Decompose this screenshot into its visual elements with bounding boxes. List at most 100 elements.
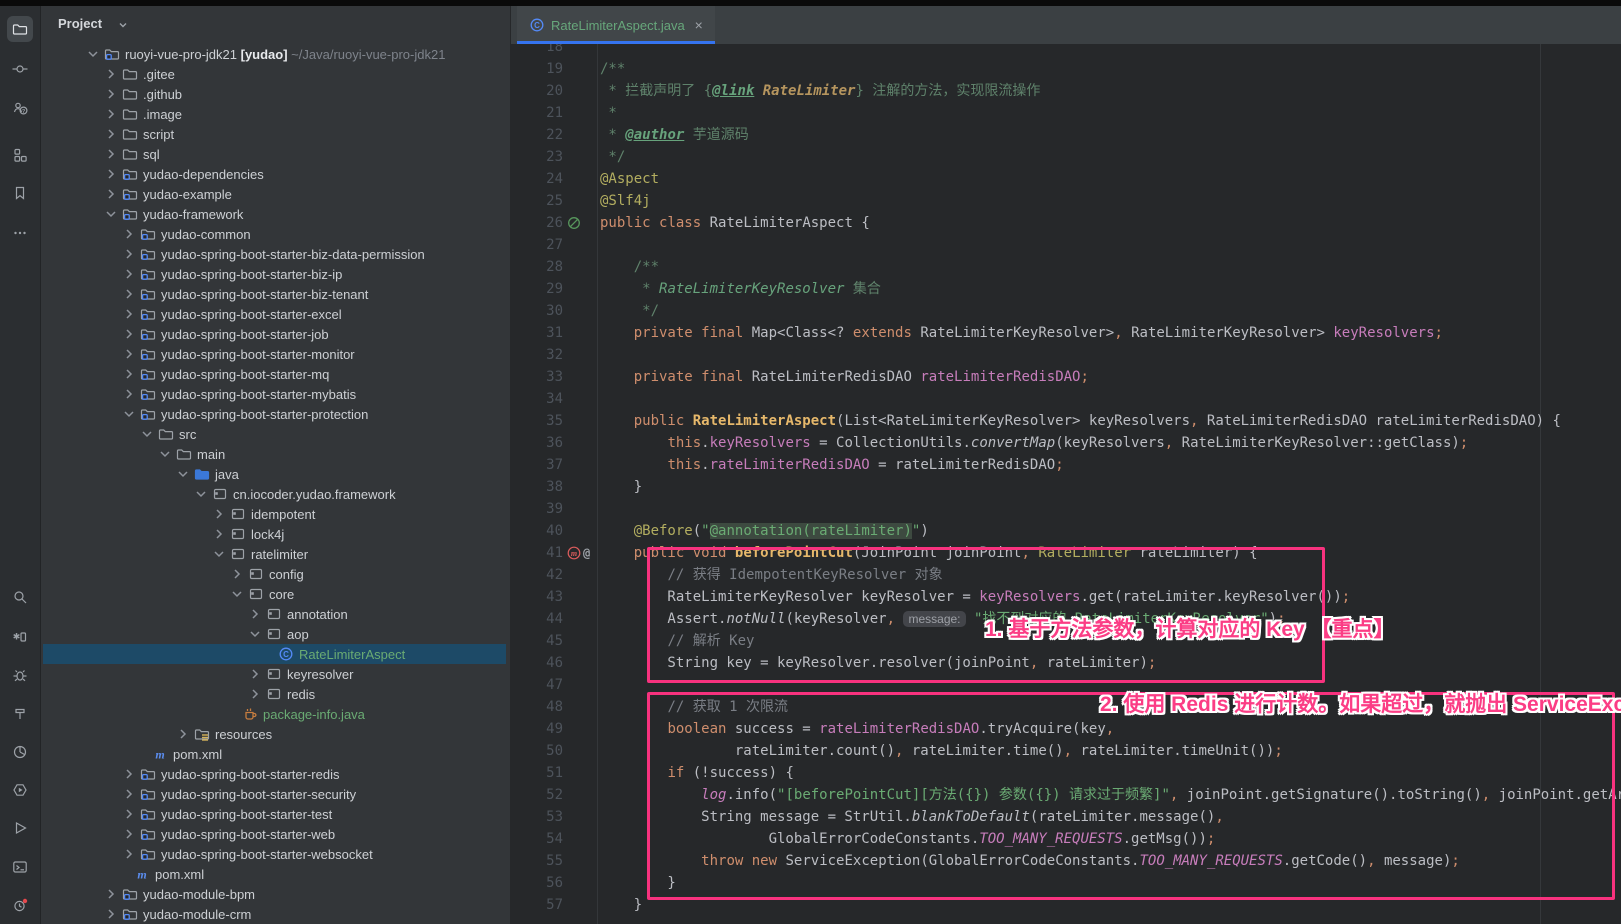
chevron-right-icon[interactable] xyxy=(103,66,119,82)
hammer-icon[interactable] xyxy=(7,700,33,726)
tree-item-yudao-framework[interactable]: yudao-framework xyxy=(41,204,510,224)
chevron-right-icon[interactable] xyxy=(247,666,263,682)
tree-item-yudao-spring-boot-starter-security[interactable]: yudao-spring-boot-starter-security xyxy=(41,784,510,804)
clock-badge-icon[interactable] xyxy=(7,892,33,918)
tree-item-yudao-spring-boot-starter-websocket[interactable]: yudao-spring-boot-starter-websocket xyxy=(41,844,510,864)
code-line-22[interactable]: 22 * @author 芋道源码 xyxy=(511,124,1621,146)
chevron-right-icon[interactable] xyxy=(121,226,137,242)
tree-item-pom-xml[interactable]: mpom.xml xyxy=(41,744,510,764)
chevron-right-icon[interactable] xyxy=(121,366,137,382)
code-line-21[interactable]: 21 * xyxy=(511,102,1621,124)
chevron-right-icon[interactable] xyxy=(121,306,137,322)
code-line-47[interactable]: 47 xyxy=(511,674,1621,696)
code-line-18[interactable]: 18 xyxy=(511,44,1621,58)
chevron-down-icon[interactable] xyxy=(175,466,191,482)
code-line-49[interactable]: 49 boolean success = rateLimiterRedisDAO… xyxy=(511,718,1621,740)
aspect-gutter-icon[interactable] xyxy=(566,212,598,234)
chevron-down-icon[interactable] xyxy=(193,486,209,502)
tree-item-src[interactable]: src xyxy=(41,424,510,444)
tree-item-yudao-common[interactable]: yudao-common xyxy=(41,224,510,244)
tree-item-yudao-example[interactable]: yudao-example xyxy=(41,184,510,204)
code-line-54[interactable]: 54 GlobalErrorCodeConstants.TOO_MANY_REQ… xyxy=(511,828,1621,850)
tree-item-yudao-spring-boot-starter-mybatis[interactable]: yudao-spring-boot-starter-mybatis xyxy=(41,384,510,404)
chevron-right-icon[interactable] xyxy=(121,386,137,402)
code-line-26[interactable]: 26public class RateLimiterAspect { xyxy=(511,212,1621,234)
chevron-right-icon[interactable] xyxy=(103,906,119,922)
asterisk-box-icon[interactable]: ✱ xyxy=(7,624,33,650)
chevron-right-icon[interactable] xyxy=(121,806,137,822)
chevron-right-icon[interactable] xyxy=(121,346,137,362)
code-line-23[interactable]: 23 */ xyxy=(511,146,1621,168)
chevron-down-icon[interactable] xyxy=(247,626,263,642)
chevron-right-icon[interactable] xyxy=(121,246,137,262)
chevron-right-icon[interactable] xyxy=(103,166,119,182)
tree-item-yudao-module-crm[interactable]: yudao-module-crm xyxy=(41,904,510,924)
tree-item-lock4j[interactable]: lock4j xyxy=(41,524,510,544)
code-line-41[interactable]: 41m@ public void beforePointCut(JoinPoin… xyxy=(511,542,1621,564)
chevron-right-icon[interactable] xyxy=(103,126,119,142)
tree-item-sql[interactable]: sql xyxy=(41,144,510,164)
tree-item-ratelimiter[interactable]: ratelimiter xyxy=(41,544,510,564)
tree-item-yudao-spring-boot-starter-biz-ip[interactable]: yudao-spring-boot-starter-biz-ip xyxy=(41,264,510,284)
code-line-33[interactable]: 33 private final RateLimiterRedisDAO rat… xyxy=(511,366,1621,388)
chevron-right-icon[interactable] xyxy=(121,786,137,802)
chevron-right-icon[interactable] xyxy=(121,846,137,862)
chevron-right-icon[interactable] xyxy=(211,526,227,542)
hexagon-play-icon[interactable] xyxy=(7,777,33,803)
tree-item-yudao-spring-boot-starter-protection[interactable]: yudao-spring-boot-starter-protection xyxy=(41,404,510,424)
tree-item-yudao-spring-boot-starter-job[interactable]: yudao-spring-boot-starter-job xyxy=(41,324,510,344)
chevron-right-icon[interactable] xyxy=(229,566,245,582)
tree-item-config[interactable]: config xyxy=(41,564,510,584)
chevron-right-icon[interactable] xyxy=(121,266,137,282)
code-line-43[interactable]: 43 RateLimiterKeyResolver keyResolver = … xyxy=(511,586,1621,608)
code-line-38[interactable]: 38 } xyxy=(511,476,1621,498)
tree-item-core[interactable]: core xyxy=(41,584,510,604)
tree-item--image[interactable]: .image xyxy=(41,104,510,124)
code-line-40[interactable]: 40 @Before("@annotation(rateLimiter)") xyxy=(511,520,1621,542)
terminal-icon[interactable] xyxy=(7,854,33,880)
chevron-right-icon[interactable] xyxy=(247,686,263,702)
tree-item-yudao-spring-boot-starter-web[interactable]: yudao-spring-boot-starter-web xyxy=(41,824,510,844)
chevron-right-icon[interactable] xyxy=(103,886,119,902)
tree-item-cn-iocoder-yudao-framework[interactable]: cn.iocoder.yudao.framework xyxy=(41,484,510,504)
chevron-right-icon[interactable] xyxy=(121,286,137,302)
tree-item-ruoyi-vue-pro-jdk21-[interactable]: ruoyi-vue-pro-jdk21 [yudao] ~/Java/ruoyi… xyxy=(41,44,510,64)
code-line-50[interactable]: 50 rateLimiter.count(), rateLimiter.time… xyxy=(511,740,1621,762)
code-line-55[interactable]: 55 throw new ServiceException(GlobalErro… xyxy=(511,850,1621,872)
tab-ratelimiteraspect[interactable]: C RateLimiterAspect.java × xyxy=(517,6,715,44)
code-line-51[interactable]: 51 if (!success) { xyxy=(511,762,1621,784)
code-line-28[interactable]: 28 /** xyxy=(511,256,1621,278)
code-line-25[interactable]: 25@Slf4j xyxy=(511,190,1621,212)
tree-item--github[interactable]: .github xyxy=(41,84,510,104)
chevron-down-icon[interactable] xyxy=(157,446,173,462)
tree-item-yudao-dependencies[interactable]: yudao-dependencies xyxy=(41,164,510,184)
project-panel-title[interactable]: Project xyxy=(58,16,102,31)
tree-item-yudao-spring-boot-starter-mq[interactable]: yudao-spring-boot-starter-mq xyxy=(41,364,510,384)
tree-item-yudao-spring-boot-starter-monitor[interactable]: yudao-spring-boot-starter-monitor xyxy=(41,344,510,364)
commit-icon[interactable] xyxy=(7,56,33,82)
chevron-right-icon[interactable] xyxy=(121,826,137,842)
tree-item-keyresolver[interactable]: keyresolver xyxy=(41,664,510,684)
bug-icon[interactable] xyxy=(7,662,33,688)
code-line-36[interactable]: 36 this.keyResolvers = CollectionUtils.c… xyxy=(511,432,1621,454)
bookmark-icon[interactable] xyxy=(7,180,33,206)
folder-icon[interactable] xyxy=(7,16,33,42)
code-line-24[interactable]: 24@Aspect xyxy=(511,168,1621,190)
squares-icon[interactable] xyxy=(7,142,33,168)
code-line-32[interactable]: 32 xyxy=(511,344,1621,366)
code-line-20[interactable]: 20 * 拦截声明了 {@link RateLimiter} 注解的方法，实现限… xyxy=(511,80,1621,102)
tree-item-main[interactable]: main xyxy=(41,444,510,464)
tree-item-package-info-java[interactable]: package-info.java xyxy=(41,704,510,724)
chevron-right-icon[interactable] xyxy=(211,506,227,522)
chevron-down-icon[interactable] xyxy=(103,206,119,222)
code-line-48[interactable]: 48 // 获取 1 次限流 xyxy=(511,696,1621,718)
people-question-icon[interactable]: ? xyxy=(7,95,33,121)
ellipsis-icon[interactable] xyxy=(7,220,33,246)
tree-item-ratelimiteraspect[interactable]: CRateLimiterAspect xyxy=(41,644,510,664)
chevron-right-icon[interactable] xyxy=(103,86,119,102)
code-line-45[interactable]: 45 // 解析 Key xyxy=(511,630,1621,652)
tree-item-yudao-module-bpm[interactable]: yudao-module-bpm xyxy=(41,884,510,904)
code-line-46[interactable]: 46 String key = keyResolver.resolver(joi… xyxy=(511,652,1621,674)
code-line-37[interactable]: 37 this.rateLimiterRedisDAO = rateLimite… xyxy=(511,454,1621,476)
tree-item-pom-xml[interactable]: mpom.xml xyxy=(41,864,510,884)
